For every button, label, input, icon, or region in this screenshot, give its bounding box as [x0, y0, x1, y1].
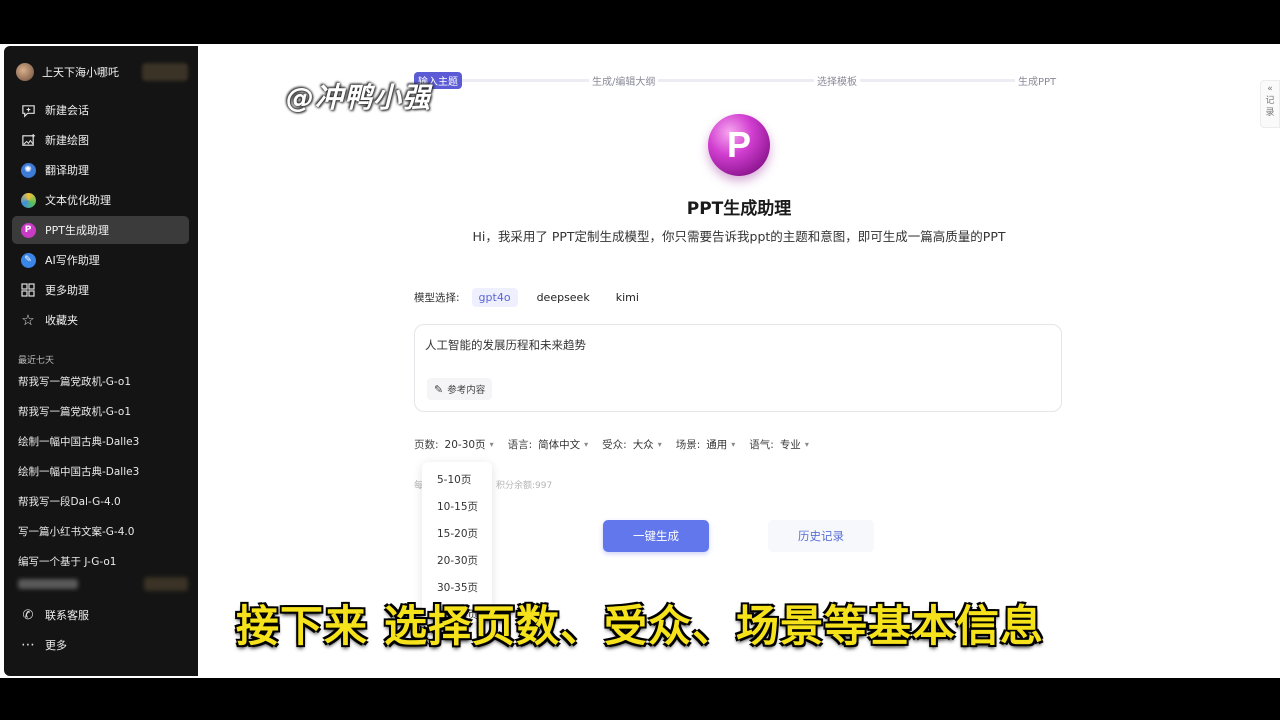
logo-letter: P: [726, 124, 751, 165]
chevron-down-icon: ▾: [584, 439, 589, 449]
ppt-logo-icon: P: [708, 114, 770, 176]
pen-icon: ✎: [20, 252, 36, 268]
step-track: [436, 79, 1040, 82]
page-count-select[interactable]: 页数: 20-30页 ▾: [414, 437, 494, 452]
option-label: 语言:: [507, 438, 533, 451]
topic-input-value[interactable]: 人工智能的发展历程和未来趋势: [425, 337, 586, 353]
blurred-badge: [144, 577, 188, 591]
option-value: 简体中文: [538, 438, 581, 451]
nav-new-chat[interactable]: 新建会话: [12, 96, 189, 124]
nav-label: 更多助理: [45, 284, 89, 297]
blurred-promo-row: [18, 574, 188, 594]
generation-options: 页数: 20-30页 ▾ 语言: 简体中文 ▾ 受众: 大众 ▾ 场景: 通用 …: [414, 436, 823, 452]
generate-button[interactable]: 一键生成: [603, 520, 709, 552]
membership-badge[interactable]: [142, 63, 188, 81]
blurred-text: [18, 579, 78, 589]
user-profile[interactable]: 上天下海小哪吒: [16, 60, 188, 84]
side-tab-char: 录: [1265, 108, 1275, 118]
model-option-deepseek[interactable]: deepseek: [530, 288, 597, 307]
page-title: PPT生成助理: [686, 199, 792, 219]
section-label-recent: 最近七天: [18, 356, 55, 366]
chevron-down-icon: ▾: [657, 439, 662, 449]
option-label: 语气:: [749, 438, 774, 451]
credit-balance: 积分余额:997: [496, 481, 553, 491]
grid-icon: [20, 282, 36, 298]
chat-plus-icon: [20, 102, 36, 118]
dropdown-option[interactable]: 5-10页: [422, 466, 492, 493]
audience-select[interactable]: 受众: 大众 ▾: [602, 437, 662, 452]
step-edit-outline: 生成/编辑大纲: [589, 72, 659, 89]
nav-label: 新建会话: [45, 104, 89, 117]
history-item[interactable]: 编写一个基于 J-G-o1: [18, 551, 188, 571]
nav-label: AI写作助理: [45, 254, 100, 267]
model-option-kimi[interactable]: kimi: [609, 288, 646, 307]
star-icon: ☆: [21, 311, 35, 329]
option-value: 通用: [706, 438, 728, 451]
reference-content-button[interactable]: ✎ 参考内容: [427, 378, 493, 400]
nav-label: 收藏夹: [45, 314, 78, 327]
option-value: 大众: [632, 438, 654, 451]
history-item[interactable]: 绘制一幅中国古典-Dalle3: [18, 461, 188, 481]
option-value: 20-30页: [444, 438, 486, 451]
image-plus-icon: [20, 132, 36, 148]
page-subtitle: Hi，我采用了 PPT定制生成模型，你只需要告诉我ppt的主题和意图，即可生成一…: [472, 229, 1006, 244]
nav-label: 翻译助理: [45, 164, 89, 177]
nav-label: 新建绘图: [45, 134, 89, 147]
history-item[interactable]: 写一篇小红书文案-G-4.0: [18, 521, 188, 541]
nav-more-assistants[interactable]: 更多助理: [12, 276, 189, 304]
history-item[interactable]: 帮我写一篇党政机-G-o1: [18, 371, 188, 391]
avatar: [16, 63, 34, 81]
video-watermark: @冲鸭小强: [286, 81, 432, 114]
dropdown-option[interactable]: 10-15页: [422, 493, 492, 520]
history-item[interactable]: 帮我写一篇党政机-G-o1: [18, 401, 188, 421]
edit-icon: ✎: [434, 382, 444, 396]
side-tab-char: 记: [1265, 96, 1275, 106]
model-label: 模型选择:: [414, 291, 460, 304]
app-window: 上天下海小哪吒 新建会话 新建绘图 ✺ 翻译助理 文本优化助理 P PPT生成助…: [0, 44, 1280, 678]
history-panel-toggle[interactable]: « 记 录: [1260, 80, 1280, 128]
translate-icon: ✺: [20, 162, 36, 178]
model-selector: 模型选择: gpt4o deepseek kimi: [414, 286, 646, 308]
nav-favorites[interactable]: ☆ 收藏夹: [12, 306, 189, 334]
chevron-down-icon: ▾: [804, 439, 809, 449]
reference-content-label: 参考内容: [447, 385, 486, 396]
history-button[interactable]: 历史记录: [768, 520, 874, 552]
chevron-down-icon: ▾: [489, 439, 494, 449]
history-item[interactable]: 绘制一幅中国古典-Dalle3: [18, 431, 188, 451]
dropdown-option[interactable]: 20-30页: [422, 547, 492, 574]
language-select[interactable]: 语言: 简体中文 ▾: [508, 437, 589, 452]
user-name: 上天下海小哪吒: [42, 66, 119, 79]
step-generate-ppt: 生成PPT: [1015, 72, 1060, 89]
chevron-down-icon: ▾: [731, 439, 736, 449]
option-label: 受众:: [602, 438, 627, 451]
model-option-gpt4o[interactable]: gpt4o: [471, 287, 518, 307]
nav-new-drawing[interactable]: 新建绘图: [12, 126, 189, 154]
sidebar: 上天下海小哪吒 新建会话 新建绘图 ✺ 翻译助理 文本优化助理 P PPT生成助…: [4, 46, 198, 676]
nav-ai-writing[interactable]: ✎ AI写作助理: [12, 246, 189, 274]
collapse-arrow-icon: «: [1267, 84, 1273, 94]
topic-input[interactable]: 人工智能的发展历程和未来趋势 ✎ 参考内容: [414, 324, 1062, 412]
history-item[interactable]: 帮我写一段Dal-G-4.0: [18, 491, 188, 511]
step-choose-template: 选择模板: [814, 72, 860, 89]
option-value: 专业: [779, 438, 801, 451]
scenario-select[interactable]: 场景: 通用 ▾: [676, 437, 736, 452]
nav-translate[interactable]: ✺ 翻译助理: [12, 156, 189, 184]
dropdown-option[interactable]: 15-20页: [422, 520, 492, 547]
option-label: 页数:: [414, 438, 439, 451]
tone-select[interactable]: 语气: 专业 ▾: [749, 437, 809, 452]
progress-steps: 输入主题 生成/编辑大纲 选择模板 生成PPT: [414, 72, 1062, 89]
video-subtitle: 接下来 选择页数、受众、场景等基本信息: [236, 602, 1044, 652]
option-label: 场景:: [675, 438, 701, 451]
